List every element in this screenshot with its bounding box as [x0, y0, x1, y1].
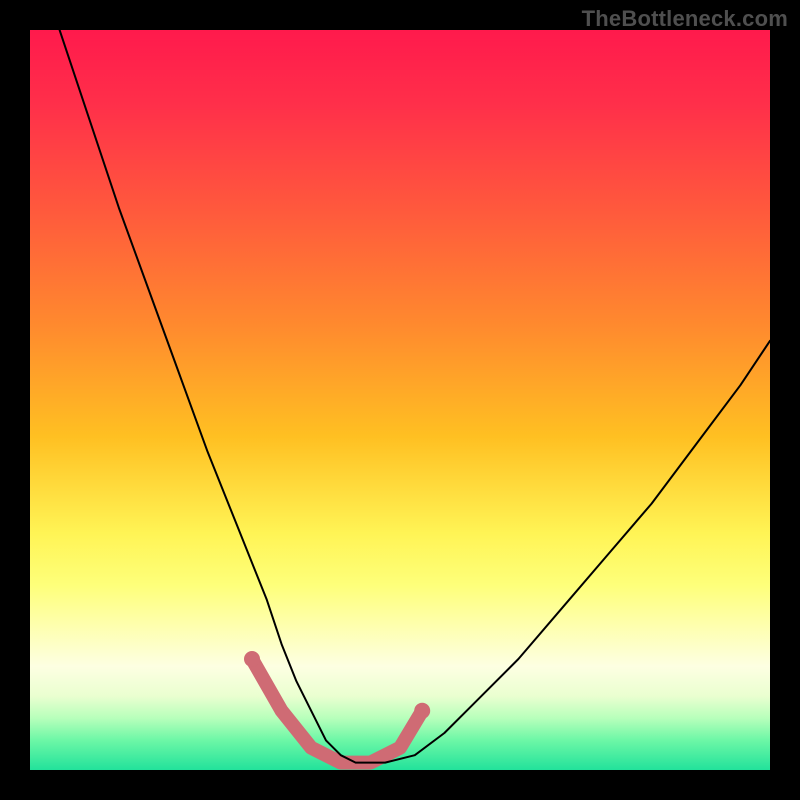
watermark-text: TheBottleneck.com: [582, 6, 788, 32]
highlight-segment: [244, 651, 430, 763]
chart-stage: TheBottleneck.com: [0, 0, 800, 800]
bottleneck-curve: [60, 30, 770, 763]
highlight-path: [252, 659, 422, 763]
curve-layer: [30, 30, 770, 770]
highlight-dot-end: [414, 703, 430, 719]
highlight-dot-start: [244, 651, 260, 667]
plot-area: [30, 30, 770, 770]
